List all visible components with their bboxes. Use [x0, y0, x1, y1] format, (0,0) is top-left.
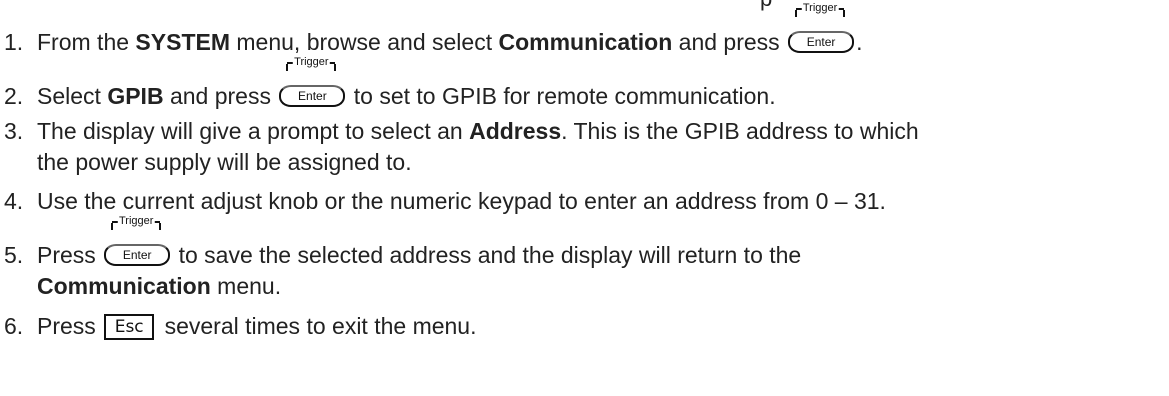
step-text-continuation: Communication menu. [37, 271, 801, 302]
step-text-segment: The display will give a prompt to select… [37, 118, 470, 144]
step-text-segment: menu, browse and select [230, 29, 499, 55]
step-text: From the SYSTEM menu, browse and select … [37, 1, 863, 58]
step-text: Press Esc several times to exit the menu… [37, 311, 477, 342]
step-text: Press Trigger Enter to save the selected … [37, 214, 802, 302]
trigger-label: Trigger [293, 55, 330, 69]
menu-name-communication: Communication [37, 273, 211, 299]
step-text-segment: several times to exit the menu. [158, 313, 477, 339]
option-name-gpib: GPIB [107, 83, 164, 109]
trigger-label: Trigger [117, 214, 155, 228]
step-text-segment: to save the selected address and the dis… [172, 242, 802, 268]
step-number: 5. [4, 242, 24, 268]
step-text-segment: . [856, 29, 863, 55]
step-number: 1. [4, 29, 24, 55]
step-number: 2. [4, 83, 24, 109]
enter-key-label: Enter [104, 244, 171, 266]
previous-text-fragment: p [760, 0, 772, 12]
step-text-segment: and press [672, 29, 787, 55]
field-name-address: Address [469, 118, 562, 144]
enter-key-icon: Trigger Enter [104, 214, 171, 266]
step-text: The display will give a prompt to select… [37, 116, 919, 178]
enter-key-icon: Trigger Enter [788, 1, 855, 53]
step-text: Use the current adjust knob or the numer… [37, 188, 886, 214]
menu-name-system: SYSTEM [135, 29, 230, 55]
step-number: 3. [4, 118, 24, 144]
trigger-bracket-icon: Trigger [111, 214, 162, 233]
step-text-segment: and press [163, 83, 278, 109]
step-text-segment: to set to GPIB for remote communication. [347, 83, 776, 109]
trigger-label: Trigger [801, 1, 839, 15]
step-text-segment: . This is the GPIB address to which [561, 118, 919, 144]
step-text-segment: menu. [210, 273, 282, 299]
trigger-bracket-icon: Trigger [286, 55, 337, 74]
step-number: 4. [4, 188, 24, 214]
step-text-segment: Select [37, 83, 108, 109]
step-text-continuation: the power supply will be assigned to. [37, 149, 412, 175]
esc-key-icon: Esc [104, 314, 155, 340]
trigger-bracket-icon: Trigger [795, 1, 846, 20]
step-text-segment: Press [37, 313, 103, 339]
enter-key-icon: Trigger Enter [279, 55, 346, 107]
step-text-segment: From the [37, 29, 136, 55]
enter-key-label: Enter [279, 85, 346, 107]
enter-key-label: Enter [788, 31, 855, 53]
step-text-segment: Press [37, 242, 103, 268]
step-number: 6. [4, 313, 24, 339]
step-text: Select GPIB and press Trigger Enter to se… [37, 55, 776, 112]
menu-name-communication: Communication [498, 29, 673, 55]
